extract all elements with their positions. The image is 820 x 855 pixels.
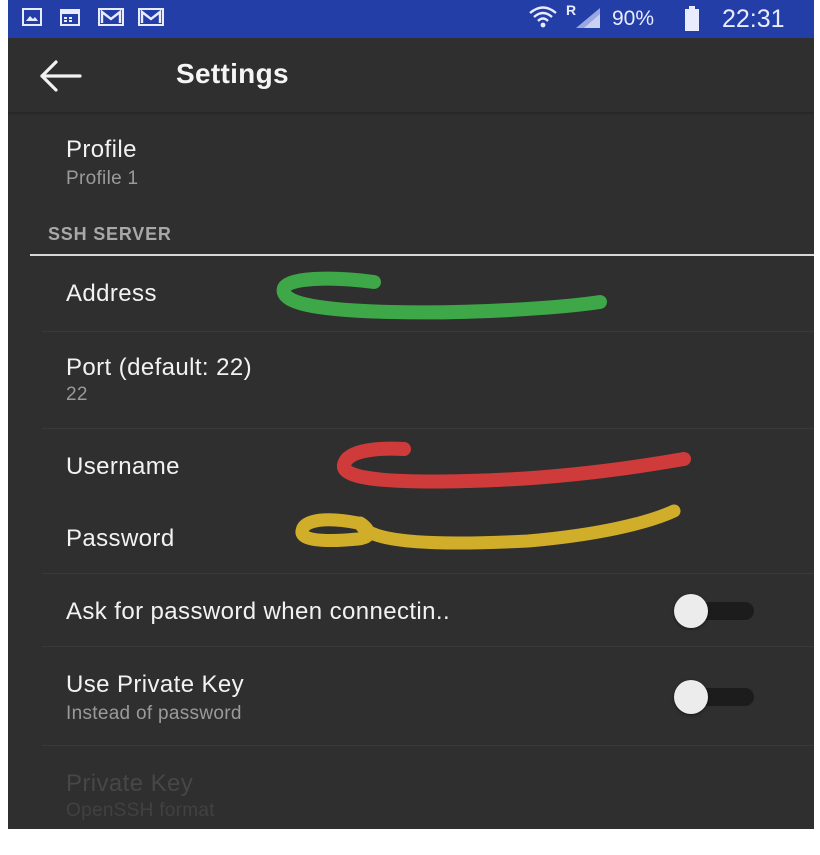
use-private-key-switch[interactable] (674, 680, 762, 714)
pref-address[interactable]: Address (8, 258, 814, 330)
gmail-icon (98, 8, 124, 26)
signal-icon (576, 8, 600, 28)
app-bar-shadow (8, 112, 814, 115)
section-header-ssh-server: SSH SERVER (48, 224, 172, 244)
pref-profile-summary: Profile 1 (66, 168, 139, 189)
ask-password-switch[interactable] (674, 594, 762, 628)
pref-password[interactable]: Password (8, 501, 814, 573)
redaction-scribble (337, 441, 691, 489)
pref-profile-title: Profile (66, 136, 137, 163)
battery-percentage: 90% (612, 7, 655, 30)
pref-password-title: Password (66, 525, 175, 552)
pref-use-private-key-summary: Instead of password (66, 703, 242, 724)
pref-address-title: Address (66, 280, 157, 307)
back-button[interactable] (36, 56, 88, 96)
pref-ask-password[interactable]: Ask for password when connectin.. (8, 574, 814, 646)
switch-thumb (674, 680, 708, 714)
status-bar: R 90% 22:31 (8, 0, 814, 38)
pref-private-key-summary: OpenSSH format (66, 800, 215, 821)
pref-use-private-key[interactable]: Use Private Key Instead of password (8, 647, 814, 745)
redaction-scribble (295, 504, 681, 550)
pref-port-summary: 22 (66, 384, 88, 405)
battery-icon (685, 6, 699, 31)
clock: 22:31 (722, 5, 785, 33)
wifi-icon (529, 6, 557, 28)
section-divider (30, 254, 814, 256)
pref-port[interactable]: Port (default: 22) 22 (8, 332, 814, 428)
pref-username[interactable]: Username (8, 429, 814, 501)
page-title: Settings (176, 58, 289, 89)
back-arrow-icon (40, 60, 82, 92)
pref-ask-password-title: Ask for password when connectin.. (66, 598, 451, 625)
calendar-icon (60, 9, 80, 26)
app-bar: Settings (8, 38, 814, 112)
pref-use-private-key-title: Use Private Key (66, 671, 245, 698)
pref-profile[interactable]: Profile Profile 1 (8, 118, 814, 210)
pref-port-title: Port (default: 22) (66, 354, 252, 381)
switch-thumb (674, 594, 708, 628)
pref-username-title: Username (66, 453, 180, 480)
pref-private-key: Private Key OpenSSH format (8, 746, 814, 829)
gmail-icon (138, 8, 164, 26)
redaction-scribble (276, 271, 607, 320)
phone-screen: R 90% 22:31 Settings Profile Profile 1 S… (8, 0, 814, 829)
gallery-icon (22, 8, 42, 26)
pref-private-key-title: Private Key (66, 770, 194, 797)
